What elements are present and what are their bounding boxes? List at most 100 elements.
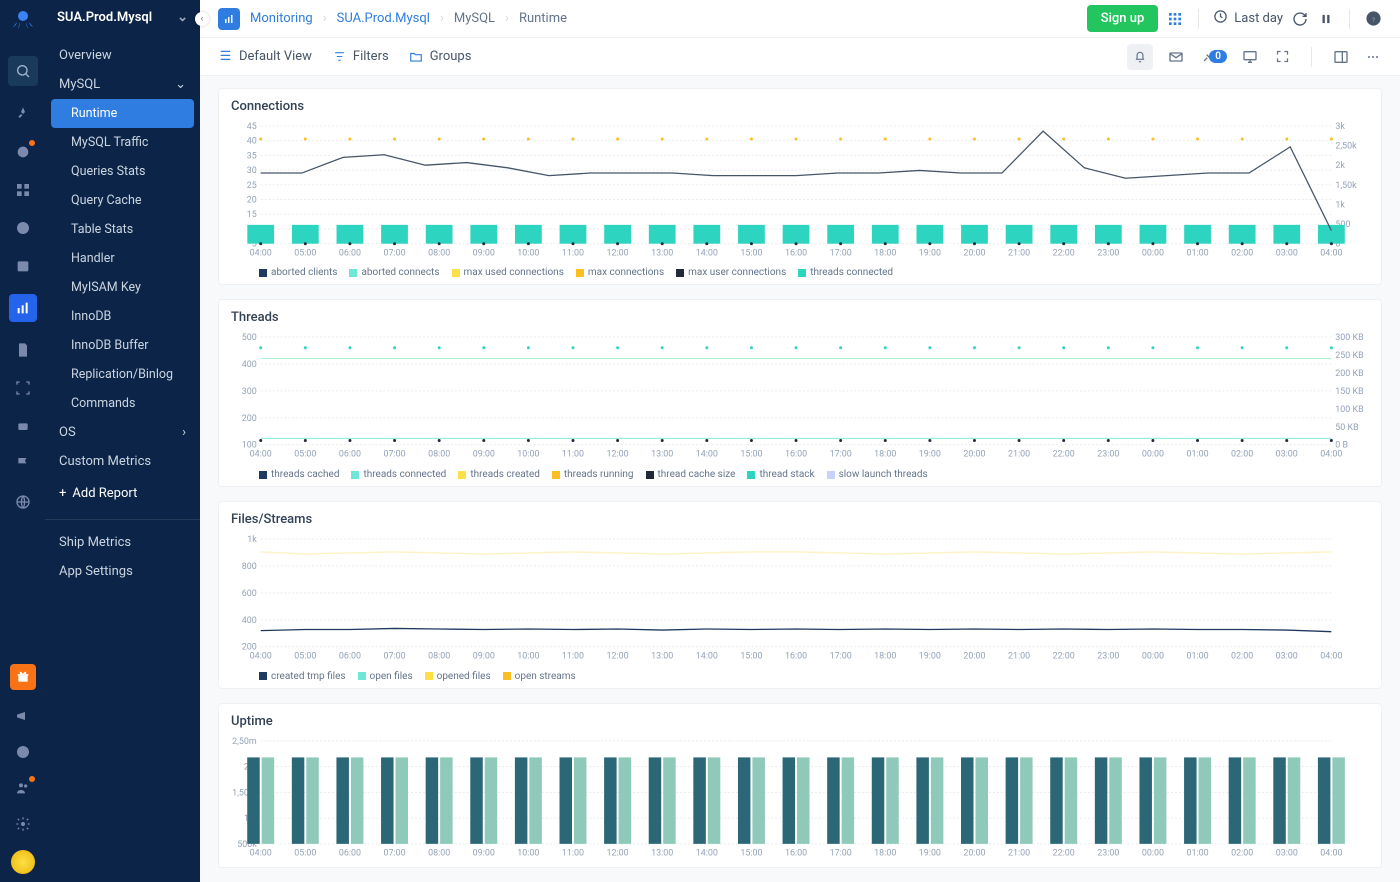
legend-item[interactable]: max used connections [452,267,564,278]
doc-icon[interactable] [13,340,33,360]
sidebar-sub-runtime[interactable]: Runtime [51,99,194,128]
svg-text:15: 15 [247,210,257,220]
svg-text:23:00: 23:00 [1097,848,1119,858]
sidebar-item-ship[interactable]: Ship Metrics [45,528,200,557]
rocket-icon[interactable] [13,104,33,124]
breadcrumb-monitoring[interactable]: Monitoring [250,11,313,26]
sidebar-sub-replication-binlog[interactable]: Replication/Binlog [45,360,200,389]
gear-icon[interactable] [13,814,33,834]
calendar-icon[interactable] [13,256,33,276]
scan-icon[interactable] [13,378,33,398]
groups-button[interactable]: Groups [409,49,472,64]
team-icon[interactable] [13,778,33,798]
apps-icon[interactable] [1166,10,1184,28]
chart-plot[interactable]: 500400300200100300 KB250 KB200 KB150 KB1… [231,331,1369,465]
sidebar-item-overview[interactable]: Overview [45,41,200,70]
megaphone-icon[interactable] [13,706,33,726]
collapse-sidebar-button[interactable]: ‹ [195,12,209,26]
legend-item[interactable]: thread cache size [646,469,736,480]
app-selector[interactable]: SUA.Prod.Mysql ⌄ [45,0,200,35]
sidebar-sub-handler[interactable]: Handler [45,244,200,273]
logo-icon[interactable] [11,8,35,38]
svg-text:17:00: 17:00 [830,652,852,662]
fullscreen-icon[interactable] [1273,48,1291,66]
legend-item[interactable]: threads connected [351,469,446,480]
avatar[interactable] [11,850,35,874]
legend-item[interactable]: threads running [552,469,634,480]
legend-item[interactable]: max user connections [676,267,786,278]
svg-text:17:00: 17:00 [830,450,852,460]
sidebar-item-settings[interactable]: App Settings [45,557,200,586]
signup-button[interactable]: Sign up [1087,5,1159,32]
svg-text:14:00: 14:00 [696,249,718,259]
svg-text:15:00: 15:00 [740,249,762,259]
svg-text:17:00: 17:00 [830,249,852,259]
gift-icon[interactable] [10,664,36,690]
time-range-selector[interactable]: Last day [1213,9,1283,28]
grid-icon[interactable] [13,180,33,200]
legend-item[interactable]: threads cached [259,469,339,480]
chart-plot[interactable]: 454035302520151053k2,50k2k1,50k1k500004:… [231,120,1369,263]
pause-icon[interactable] [1317,10,1335,28]
chart-plot[interactable]: 1k80060040020004:0005:0006:0007:0008:000… [231,533,1369,667]
svg-text:11:00: 11:00 [562,652,584,662]
svg-text:35: 35 [247,151,257,161]
svg-text:05:00: 05:00 [294,249,316,259]
sidebar-sub-myisam-key[interactable]: MyISAM Key [45,273,200,302]
more-icon[interactable] [1364,48,1382,66]
svg-text:13:00: 13:00 [651,450,673,460]
default-view-button[interactable]: ☰Default View [218,49,312,64]
sidebar-sub-innodb-buffer[interactable]: InnoDB Buffer [45,331,200,360]
robot-icon[interactable] [13,416,33,436]
legend-item[interactable]: slow launch threads [827,469,928,480]
legend-item[interactable]: aborted clients [259,267,337,278]
svg-text:18:00: 18:00 [874,848,896,858]
sidebar-sub-query-cache[interactable]: Query Cache [45,186,200,215]
sidebar-sub-table-stats[interactable]: Table Stats [45,215,200,244]
legend-item[interactable]: thread stack [747,469,814,480]
svg-text:19:00: 19:00 [919,848,941,858]
svg-text:04:00: 04:00 [1320,652,1342,662]
chart-files-streams: Files/Streams1k80060040020004:0005:0006:… [218,501,1382,689]
sidebar-sub-mysql-traffic[interactable]: MySQL Traffic [45,128,200,157]
legend-item[interactable]: max connections [576,267,664,278]
help-icon[interactable] [13,742,33,762]
sidebar-sub-queries-stats[interactable]: Queries Stats [45,157,200,186]
alert-icon[interactable] [13,218,33,238]
sidebar-sub-innodb[interactable]: InnoDB [45,302,200,331]
legend-item[interactable]: open files [358,671,413,682]
globe-icon[interactable] [13,492,33,512]
legend-item[interactable]: threads connected [798,267,893,278]
breadcrumb-app[interactable]: SUA.Prod.Mysql [337,11,430,26]
bell-icon[interactable] [1127,44,1153,70]
svg-text:10:00: 10:00 [517,848,539,858]
sidebar-item-os[interactable]: OS› [45,418,200,447]
sidebar-item-custom[interactable]: Custom Metrics [45,447,200,476]
flag-icon[interactable] [13,454,33,474]
dashboard-icon[interactable] [13,142,33,162]
legend-item[interactable]: threads created [458,469,540,480]
svg-text:400: 400 [242,616,257,626]
svg-text:3k: 3k [1335,122,1345,132]
panel-icon[interactable] [1332,48,1350,66]
search-icon[interactable] [8,56,38,86]
svg-text:01:00: 01:00 [1186,652,1208,662]
monitor-icon[interactable] [1241,48,1259,66]
svg-text:45: 45 [247,122,257,132]
sidebar-item-mysql[interactable]: MySQL⌄ [45,70,200,99]
chart-plot[interactable]: 2,50m2m1,50m1m500k04:0005:0006:0007:0008… [231,735,1369,864]
legend-item[interactable]: created tmp files [259,671,346,682]
filters-button[interactable]: Filters [332,49,389,64]
legend-item[interactable]: open streams [503,671,576,682]
add-report-button[interactable]: +Add Report [45,476,200,511]
help-icon[interactable]: ? [1364,10,1382,28]
legend-item[interactable]: aborted connects [349,267,439,278]
svg-text:600: 600 [242,589,257,599]
svg-text:?: ? [1371,16,1374,24]
legend-item[interactable]: opened files [425,671,491,682]
svg-text:16:00: 16:00 [785,848,807,858]
monitoring-icon[interactable] [9,294,37,322]
sidebar-sub-commands[interactable]: Commands [45,389,200,418]
refresh-icon[interactable] [1291,10,1309,28]
mail-icon[interactable] [1167,48,1185,66]
